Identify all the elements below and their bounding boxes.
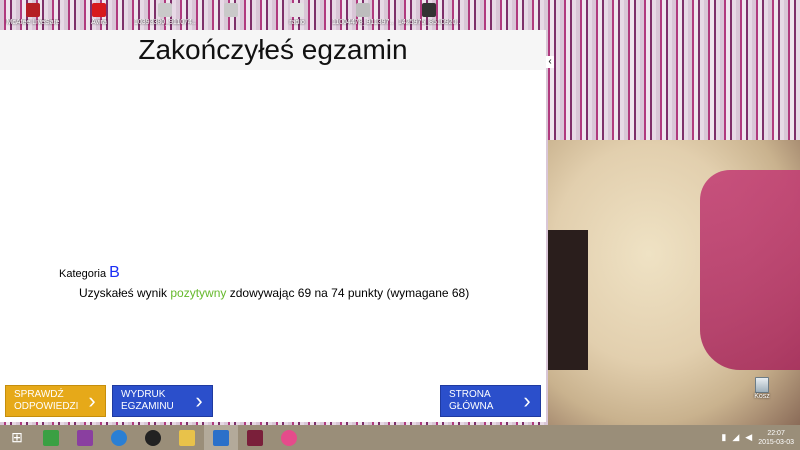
desktop-icon-label: radio — [289, 19, 305, 26]
file-explorer-icon — [179, 429, 195, 446]
start-button[interactable]: ⊞ — [0, 425, 34, 450]
taskbar-app-hp[interactable] — [102, 425, 136, 450]
chevron-right-icon: › — [88, 388, 96, 413]
chevron-left-icon[interactable]: ‹ — [546, 56, 554, 68]
check-answers-button[interactable]: SPRAWDŹ ODPOWIEDZI › — [5, 385, 106, 417]
battery-icon[interactable]: ▮ — [721, 432, 726, 443]
game-icon — [247, 429, 263, 446]
recycle-bin-label: Kosz — [754, 393, 770, 400]
chevron-right-icon: › — [195, 388, 203, 413]
recycle-bin[interactable]: Kosz — [750, 377, 774, 400]
file-icon — [290, 3, 304, 17]
taskbar-app-file-explorer[interactable] — [170, 425, 204, 450]
taskbar: ⊞ ▮ ◢ ◀ 22:07 2015-03-03 — [0, 425, 800, 450]
file-icon — [356, 3, 370, 17]
result-status: pozytywny — [170, 286, 227, 300]
avira-icon — [92, 3, 106, 17]
desktop-icon-label: 11004478_911397... — [332, 19, 394, 26]
desktop-icon-mcafee[interactable]: McAfee LiveSafe — [0, 0, 66, 30]
taskbar-app-store[interactable] — [34, 425, 68, 450]
wallpaper-shadow — [548, 230, 588, 370]
desktop-icon-file[interactable] — [198, 0, 264, 30]
desktop-icon-image-3[interactable]: 1425975_8510920... — [396, 0, 462, 30]
network-icon[interactable]: ◢ — [732, 432, 739, 443]
category-value: B — [109, 264, 120, 281]
maxthon-icon — [213, 429, 229, 446]
system-tray: ▮ ◢ ◀ 22:07 2015-03-03 — [715, 425, 794, 450]
wallpaper-pillow — [700, 170, 800, 370]
clock-time: 22:07 — [767, 429, 785, 437]
pictures-icon — [77, 429, 93, 446]
result-suffix: zdowywając 69 na 74 punkty (wymagane 68) — [229, 286, 470, 300]
desktop-icon-label: Avira — [91, 19, 107, 26]
home-button[interactable]: STRONA GŁÓWNA › — [440, 385, 541, 417]
desktop-icons: McAfee LiveSafe Avira 10393380_911074...… — [0, 0, 800, 30]
clock[interactable]: 22:07 2015-03-03 — [758, 429, 794, 447]
home-label: STRONA GŁÓWNA — [449, 389, 494, 412]
chevron-right-icon: › — [523, 388, 531, 413]
taskbar-app-game[interactable] — [238, 425, 272, 450]
taskbar-app-pictures[interactable] — [68, 425, 102, 450]
camera-icon — [145, 429, 161, 446]
taskbar-app-camera[interactable] — [136, 425, 170, 450]
file-icon — [158, 3, 172, 17]
result-message: Uzyskałeś wynik pozytywny zdowywając 69 … — [79, 286, 469, 300]
recycle-bin-icon — [755, 377, 769, 393]
desktop-icon-image[interactable]: 10393380_911074... — [132, 0, 198, 30]
desktop-icon-radio[interactable]: radio — [264, 0, 330, 30]
desktop-icon-label: 1425975_8510920... — [398, 19, 460, 26]
volume-icon[interactable]: ◀ — [745, 432, 752, 443]
result-prefix: Uzyskałeś wynik — [79, 286, 168, 300]
store-icon — [43, 429, 59, 446]
category-label: Kategoria — [59, 268, 107, 280]
hp-icon — [111, 429, 127, 446]
desktop-icon-label: McAfee LiveSafe — [6, 19, 60, 26]
file-icon — [422, 3, 436, 17]
desktop-icon-image-2[interactable]: 11004478_911397... — [330, 0, 396, 30]
taskbar-app-maxthon[interactable] — [204, 425, 238, 450]
print-exam-label: WYDRUK EGZAMINU — [121, 389, 174, 412]
page-title: Zakończyłeś egzamin — [0, 30, 546, 70]
clock-date: 2015-03-03 — [758, 438, 794, 446]
picasa-icon — [281, 429, 297, 446]
desktop-icon-avira[interactable]: Avira — [66, 0, 132, 30]
taskbar-app-picasa[interactable] — [272, 425, 306, 450]
exam-app-window: Zakończyłeś egzamin Kategoria B Uzyskałeś… — [0, 30, 546, 422]
desktop-icon-label: 10393380_911074... — [134, 19, 196, 26]
mcafee-icon — [26, 3, 40, 17]
file-icon — [224, 3, 238, 17]
check-answers-label: SPRAWDŹ ODPOWIEDZI — [14, 389, 79, 412]
category-row: Kategoria B — [59, 264, 120, 282]
print-exam-button[interactable]: WYDRUK EGZAMINU › — [112, 385, 213, 417]
